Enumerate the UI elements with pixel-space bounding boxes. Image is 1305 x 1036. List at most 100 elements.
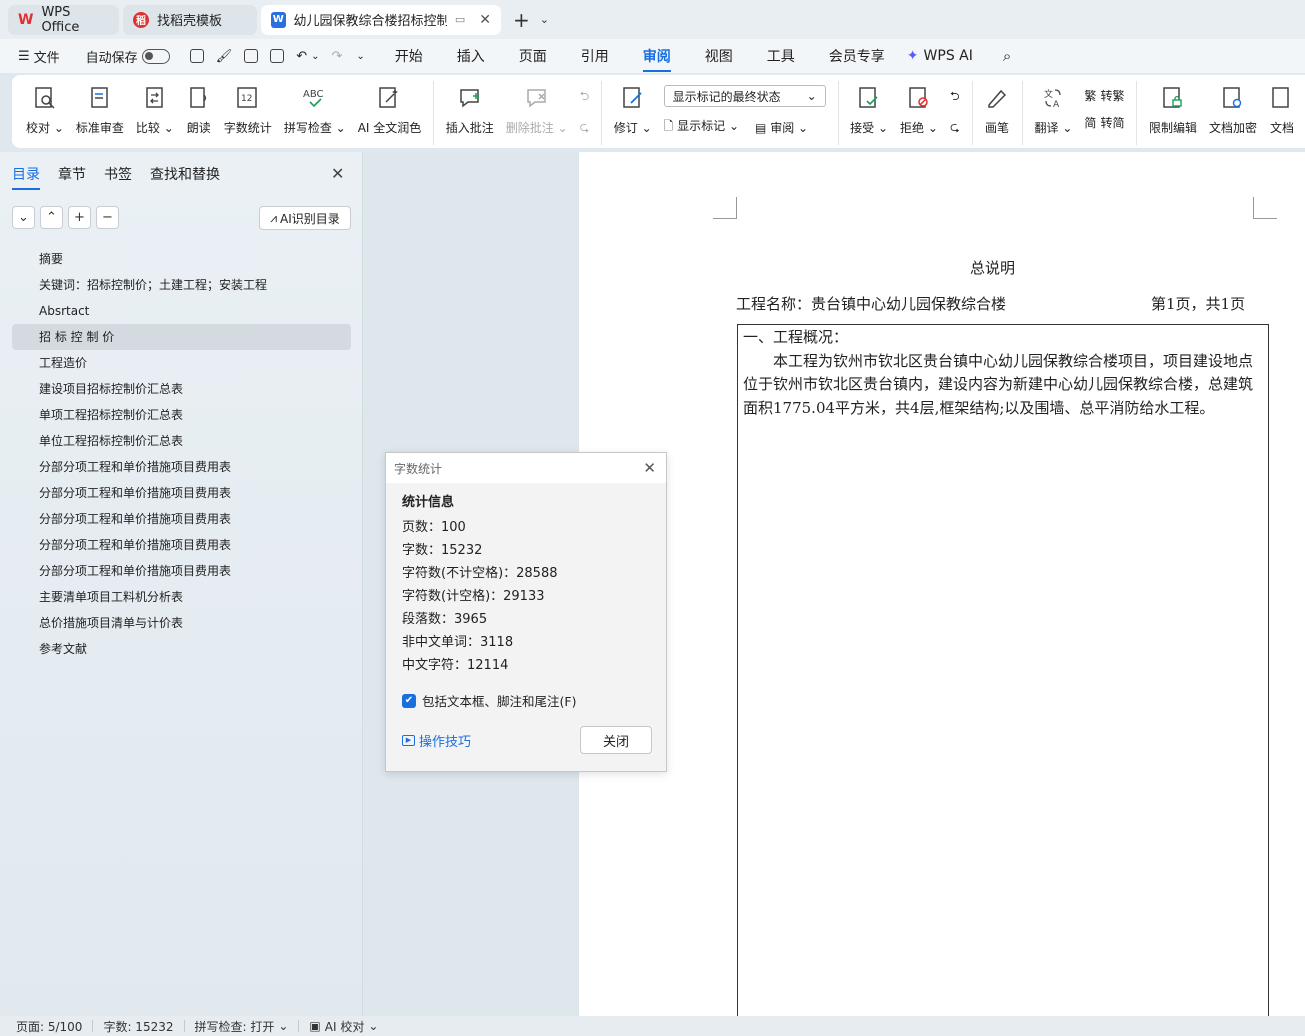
autosave-toggle[interactable]: 自动保存 [86, 47, 170, 66]
print-preview-icon[interactable] [270, 49, 285, 63]
ai-toc-button[interactable]: ⩘ AI识别目录 [259, 206, 351, 230]
tips-link[interactable]: ▶ 操作技巧 [402, 731, 471, 750]
toc-item[interactable]: 摘要 [12, 246, 351, 272]
tab-document[interactable]: W 幼儿园保教综合楼招标控制价 ▭ ✕ [261, 4, 501, 35]
close-icon[interactable]: ✕ [331, 164, 344, 183]
close-icon[interactable]: ✕ [479, 12, 491, 28]
dialog-footer: ▶ 操作技巧 关闭 [402, 726, 652, 754]
nav-tab-toc[interactable]: 目录 [12, 164, 40, 190]
to-traditional-button[interactable]: 繁转繁 [1084, 87, 1124, 104]
toc-item[interactable]: 分部分项工程和单价措施项目费用表 [12, 506, 351, 532]
toc-item[interactable]: 单项工程招标控制价汇总表 [12, 402, 351, 428]
toc-item[interactable]: 单位工程招标控制价汇总表 [12, 428, 351, 454]
tab-view[interactable]: 视图 [705, 46, 733, 66]
insert-comment-label: 插入批注 [445, 121, 494, 135]
wps-ai-button[interactable]: ✦ WPS AI [907, 48, 973, 64]
accept-button[interactable]: 接受 ⌄ [850, 81, 888, 136]
delete-comment-icon [524, 85, 550, 111]
minus-icon[interactable]: − [96, 206, 119, 229]
tab-tools[interactable]: 工具 [767, 46, 795, 66]
tab-review[interactable]: 审阅 [642, 46, 671, 72]
to-simplified-button[interactable]: 简转简 [1084, 114, 1124, 131]
stat-row: 字数：15232 [402, 543, 483, 558]
ai-check-indicator[interactable]: ▣ AI 校对 ⌄ [309, 1018, 378, 1035]
next-change-icon[interactable]: ⮎ [950, 118, 960, 139]
chevron-up-icon[interactable]: ⌃ [40, 206, 63, 229]
save-icon[interactable] [189, 49, 204, 63]
restrict-edit-button[interactable]: 限制编辑 [1149, 81, 1197, 136]
toggle-switch[interactable] [141, 48, 170, 64]
chevron-down-icon[interactable]: ⌄ [12, 206, 35, 229]
document-more-button[interactable]: 文档 [1269, 81, 1295, 136]
toc-item[interactable]: 招 标 控 制 价 [12, 324, 351, 350]
search-icon[interactable]: ⌕ [1003, 47, 1011, 65]
toc-item[interactable]: 工程造价 [12, 350, 351, 376]
chevron-down-icon[interactable]: ⌄ [540, 13, 549, 26]
proofread-button[interactable]: 校对 ⌄ [26, 81, 64, 136]
word-count-button[interactable]: 12 字数统计 [224, 81, 272, 136]
autosave-label: 自动保存 [85, 50, 138, 66]
page-indicator[interactable]: 页面: 5/100 [16, 1018, 82, 1035]
translate-button[interactable]: 文A 翻译 ⌄ [1035, 81, 1073, 136]
close-icon[interactable]: ✕ [643, 459, 656, 477]
chevron-down-icon[interactable]: ⌄ [311, 51, 319, 62]
toc-item[interactable]: 分部分项工程和单价措施项目费用表 [12, 454, 351, 480]
nav-tab-find-replace[interactable]: 查找和替换 [150, 164, 220, 190]
nav-tab-sections[interactable]: 章节 [58, 164, 86, 190]
word-count-indicator[interactable]: 字数: 15232 [103, 1018, 173, 1035]
undo-icon[interactable]: ↶ [296, 49, 307, 64]
show-markup-button[interactable]: 🗋︎ 显示标记 ⌄ [664, 117, 739, 138]
toc-item[interactable]: 关键词：招标控制价；土建工程；安装工程 [12, 272, 351, 298]
reject-button[interactable]: 拒绝 ⌄ [900, 81, 938, 136]
print-icon[interactable] [244, 49, 259, 63]
encrypt-label: 文档加密 [1208, 121, 1257, 135]
markup-mode-select[interactable]: 显示标记的最终状态 ⌄ [663, 85, 826, 107]
insert-comment-button[interactable]: 插入批注 [446, 81, 494, 136]
toc-item[interactable]: 分部分项工程和单价措施项目费用表 [12, 480, 351, 506]
review-pane-button[interactable]: ▤ 审阅 ⌄ [755, 119, 808, 136]
tab-references[interactable]: 引用 [581, 46, 609, 66]
status-bar: 页面: 5/100 字数: 15232 拼写检查: 打开 ⌄ ▣ AI 校对 ⌄ [0, 1016, 1305, 1036]
tab-member[interactable]: 会员专享 [829, 46, 885, 66]
toc-item[interactable]: 总价措施项目清单与计价表 [12, 610, 351, 636]
chevron-down-icon[interactable]: ⌄ [356, 51, 364, 62]
stat-row: 段落数：3965 [402, 612, 488, 627]
description-box[interactable]: 一、工程概况： 本工程为钦州市钦北区贵台镇中心幼儿园保教综合楼项目，项目建设地点… [737, 324, 1269, 1024]
format-painter-icon[interactable]: 🖌︎ [216, 49, 233, 64]
toc-item[interactable]: 分部分项工程和单价措施项目费用表 [12, 558, 351, 584]
ai-polish-button[interactable]: AI 全文润色 [358, 81, 421, 136]
file-menu[interactable]: ☰ 文件 [18, 47, 60, 66]
tab-wps-office[interactable]: W WPS Office [8, 4, 119, 35]
redo-icon[interactable]: ↷ [332, 49, 343, 64]
next-comment-icon[interactable]: ⮎ [580, 118, 590, 139]
close-button[interactable]: 关闭 [580, 726, 652, 754]
encrypt-button[interactable]: 文档加密 [1209, 81, 1257, 136]
previous-change-icon[interactable]: ⮌ [950, 87, 960, 108]
standard-review-button[interactable]: 标准审查 [76, 81, 124, 136]
checkmark-icon[interactable]: ✔ [402, 693, 416, 708]
spell-check-button[interactable]: ABC 拼写检查 ⌄ [284, 81, 346, 136]
add-icon[interactable]: + [68, 206, 91, 229]
pen-label: 画笔 [985, 121, 1010, 135]
toc-item[interactable]: 主要清单项目工料机分析表 [12, 584, 351, 610]
compare-button[interactable]: 比较 ⌄ [136, 81, 174, 136]
read-aloud-button[interactable]: 朗读 [186, 81, 212, 136]
toc-item[interactable]: 分部分项工程和单价措施项目费用表 [12, 532, 351, 558]
pen-button[interactable]: 画笔 [984, 81, 1010, 136]
toc-item[interactable]: Absrtact [12, 298, 351, 324]
add-tab-button[interactable]: + [513, 8, 530, 32]
toc-item[interactable]: 建设项目招标控制价汇总表 [12, 376, 351, 402]
spell-check-indicator[interactable]: 拼写检查: 打开 ⌄ [195, 1018, 289, 1035]
tab-insert[interactable]: 插入 [457, 46, 485, 66]
nav-tab-bookmarks[interactable]: 书签 [104, 164, 132, 190]
tab-docer-templates[interactable]: 稻 找稻壳模板 [123, 4, 257, 35]
include-textbox-checkbox[interactable]: ✔ 包括文本框、脚注和尾注(F) [402, 691, 650, 710]
delete-comment-button[interactable]: 删除批注 ⌄ [506, 81, 568, 136]
previous-comment-icon[interactable]: ⮌ [580, 87, 590, 108]
revise-button[interactable]: 修订 ⌄ [614, 81, 652, 136]
tab-label: 幼儿园保教综合楼招标控制价 [293, 14, 447, 29]
tab-home[interactable]: 开始 [395, 46, 423, 66]
monitor-icon[interactable]: ▭ [455, 13, 465, 26]
tab-page[interactable]: 页面 [519, 46, 547, 66]
toc-item[interactable]: 参考文献 [12, 636, 351, 662]
